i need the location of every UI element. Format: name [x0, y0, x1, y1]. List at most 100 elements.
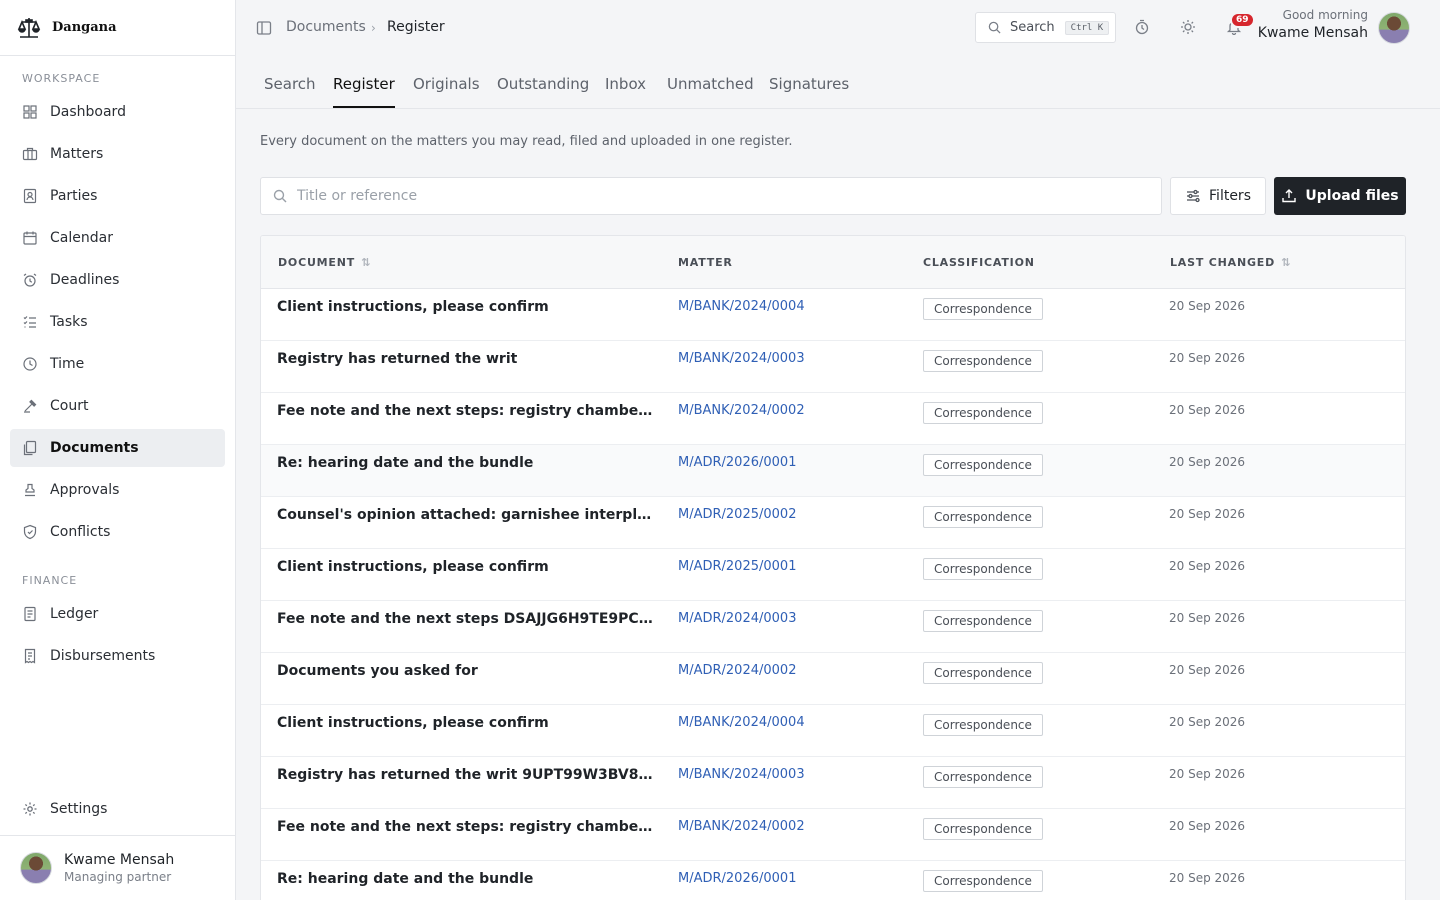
table-row[interactable]: Documents you asked for M/ADR/2024/0002 Co… [261, 653, 1405, 705]
matter-link[interactable]: M/BANK/2024/0003 [678, 351, 805, 366]
sidebar-item-ledger[interactable]: Ledger [10, 595, 225, 633]
breadcrumb-documents[interactable]: Documents [286, 19, 366, 35]
sidebar-item-label: Calendar [50, 230, 113, 246]
user-profile[interactable]: Kwame Mensah Managing partner [0, 835, 235, 900]
filters-button[interactable]: Filters [1170, 177, 1266, 215]
sidebar-item-time[interactable]: Time [10, 345, 225, 383]
sidebar-item-disbursements[interactable]: Disbursements [10, 637, 225, 675]
sort-icon[interactable]: ⇅ [361, 256, 371, 269]
greeting-text: Good morning [1282, 8, 1368, 22]
matter-link[interactable]: M/ADR/2024/0002 [678, 663, 796, 678]
column-header-last-changed[interactable]: LAST CHANGED ⇅ [1170, 256, 1291, 269]
title-search-input[interactable] [297, 188, 1097, 204]
column-header-document[interactable]: DOCUMENT ⇅ [278, 256, 371, 269]
global-search-button[interactable]: Search Ctrl K [975, 12, 1116, 43]
matter-link[interactable]: M/ADR/2025/0001 [678, 559, 796, 574]
finance-section-label: FINANCE [22, 574, 78, 587]
tab-register[interactable]: Register [333, 75, 395, 108]
sidebar-item-label: Ledger [50, 606, 99, 622]
table-row[interactable]: Client instructions, please confirm M/BAN… [261, 289, 1405, 341]
document-title[interactable]: Client instructions, please confirm [277, 715, 549, 731]
tab-inbox[interactable]: Inbox [605, 75, 646, 108]
table-body: Client instructions, please confirm M/BAN… [261, 289, 1405, 900]
sidebar-item-dashboard[interactable]: Dashboard [10, 93, 225, 131]
upload-files-button[interactable]: Upload files [1274, 177, 1406, 215]
document-title[interactable]: Re: hearing date and the bundle [277, 871, 533, 887]
matter-link[interactable]: M/ADR/2025/0002 [678, 507, 796, 522]
table-row[interactable]: Client instructions, please confirm M/ADR… [261, 549, 1405, 601]
sidebar-item-calendar[interactable]: Calendar [10, 219, 225, 257]
tab-outstanding[interactable]: Outstanding [497, 75, 589, 108]
table-row[interactable]: Fee note and the next steps DSAJJG6H9TE9… [261, 601, 1405, 653]
matter-link[interactable]: M/ADR/2026/0001 [678, 871, 796, 886]
document-title[interactable]: Fee note and the next steps: registry ch… [277, 819, 657, 835]
table-row[interactable]: Counsel's opinion attached: garnishee in… [261, 497, 1405, 549]
classification-badge: Correspondence [923, 714, 1043, 736]
brand-name: Dangana [52, 20, 117, 35]
tab-search[interactable]: Search [264, 75, 316, 108]
sidebar-item-label: Court [50, 398, 89, 414]
document-title[interactable]: Documents you asked for [277, 663, 478, 679]
table-row[interactable]: Client instructions, please confirm M/BAN… [261, 705, 1405, 757]
sidebar-toggle-icon[interactable] [256, 20, 272, 36]
column-header-classification: CLASSIFICATION [923, 256, 1035, 269]
gear-icon [22, 801, 38, 817]
timer-icon[interactable] [1134, 19, 1152, 37]
document-title[interactable]: Registry has returned the writ [277, 351, 517, 367]
matter-link[interactable]: M/ADR/2024/0003 [678, 611, 796, 626]
document-title[interactable]: Counsel's opinion attached: garnishee in… [277, 507, 657, 523]
table-row[interactable]: Registry has returned the writ 9UPT99W3B… [261, 757, 1405, 809]
document-title[interactable]: Registry has returned the writ 9UPT99W3B… [277, 767, 657, 783]
document-title[interactable]: Client instructions, please confirm [277, 299, 549, 315]
sidebar-item-court[interactable]: Court [10, 387, 225, 425]
matter-link[interactable]: M/BANK/2024/0002 [678, 819, 805, 834]
sidebar-item-documents[interactable]: Documents [10, 429, 225, 467]
classification-badge: Correspondence [923, 350, 1043, 372]
classification-badge: Correspondence [923, 870, 1043, 892]
header-avatar[interactable] [1378, 12, 1410, 44]
table-row[interactable]: Registry has returned the writ M/BANK/202… [261, 341, 1405, 393]
table-row[interactable]: Fee note and the next steps: registry ch… [261, 809, 1405, 861]
briefcase-icon [22, 146, 38, 162]
document-title[interactable]: Fee note and the next steps DSAJJG6H9TE9… [277, 611, 657, 627]
sidebar-item-matters[interactable]: Matters [10, 135, 225, 173]
upload-label: Upload files [1305, 188, 1399, 204]
sidebar-item-parties[interactable]: Parties [10, 177, 225, 215]
tab-unmatched[interactable]: Unmatched [667, 75, 754, 108]
table-row[interactable]: Re: hearing date and the bundle M/ADR/202… [261, 861, 1405, 900]
table-row[interactable]: Re: hearing date and the bundle M/ADR/202… [261, 445, 1405, 497]
brand[interactable]: Dangana [0, 0, 235, 56]
table-row[interactable]: Fee note and the next steps: registry ch… [261, 393, 1405, 445]
sidebar-item-conflicts[interactable]: Conflicts [10, 513, 225, 551]
sidebar-item-approvals[interactable]: Approvals [10, 471, 225, 509]
matter-link[interactable]: M/ADR/2026/0001 [678, 455, 796, 470]
matter-link[interactable]: M/BANK/2024/0004 [678, 715, 805, 730]
tab-signatures[interactable]: Signatures [769, 75, 849, 108]
matter-link[interactable]: M/BANK/2024/0002 [678, 403, 805, 418]
avatar [20, 852, 52, 884]
document-title[interactable]: Re: hearing date and the bundle [277, 455, 533, 471]
matter-link[interactable]: M/BANK/2024/0003 [678, 767, 805, 782]
filters-label: Filters [1209, 188, 1251, 204]
sun-theme-icon[interactable] [1180, 19, 1198, 37]
classification-badge: Correspondence [923, 610, 1043, 632]
clock-icon [22, 356, 38, 372]
sidebar-item-tasks[interactable]: Tasks [10, 303, 225, 341]
last-changed-date: 20 Sep 2026 [1169, 559, 1246, 573]
user-role: Managing partner [64, 870, 172, 884]
title-search-field[interactable] [260, 177, 1162, 215]
last-changed-date: 20 Sep 2026 [1169, 611, 1246, 625]
sidebar-item-label: Documents [50, 440, 139, 456]
matter-link[interactable]: M/BANK/2024/0004 [678, 299, 805, 314]
user-name: Kwame Mensah [64, 852, 175, 868]
sidebar-item-label: Dashboard [50, 104, 126, 120]
sidebar-item-label: Settings [50, 801, 108, 817]
sidebar-item-deadlines[interactable]: Deadlines [10, 261, 225, 299]
receipt-icon [22, 648, 38, 664]
sidebar-item-settings[interactable]: Settings [10, 790, 225, 828]
sort-icon[interactable]: ⇅ [1281, 256, 1291, 269]
document-title[interactable]: Fee note and the next steps: registry ch… [277, 403, 657, 419]
document-title[interactable]: Client instructions, please confirm [277, 559, 549, 575]
shield-icon [22, 524, 38, 540]
tab-originals[interactable]: Originals [413, 75, 480, 108]
